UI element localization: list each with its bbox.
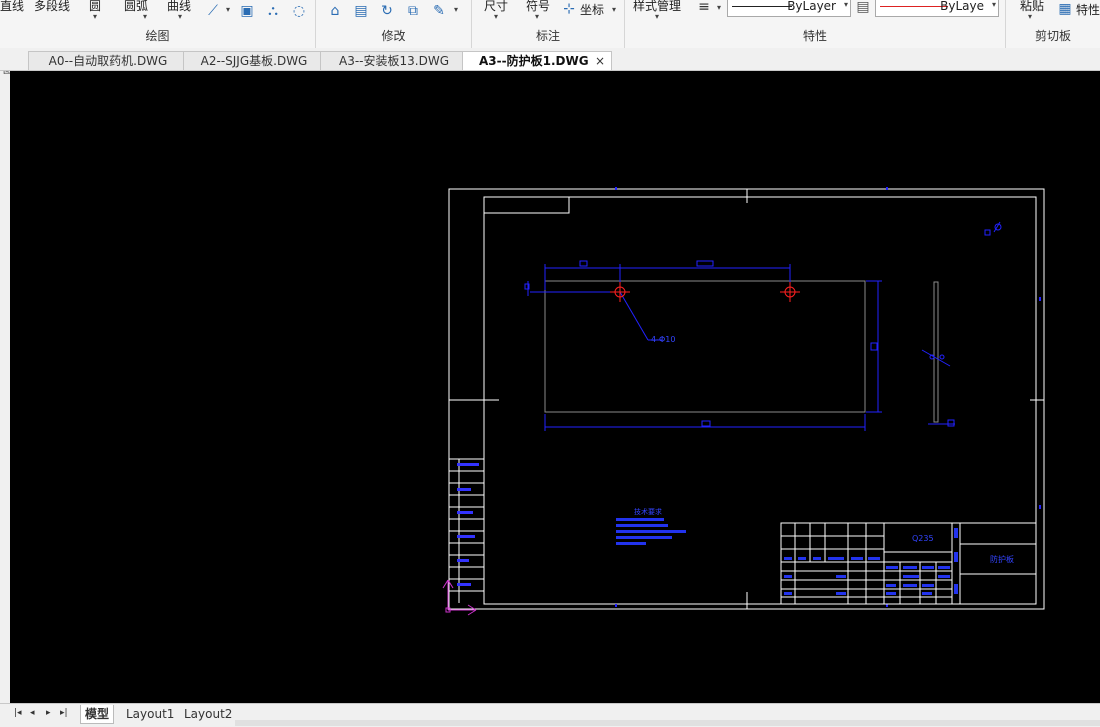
circle-dropdown-icon[interactable]: ▾ xyxy=(93,12,97,21)
mounting-hole-left xyxy=(610,282,630,302)
annotate-group: 尺寸 符号 ▾ ▾ ⊹ 坐标 ▾ 标注 xyxy=(472,0,625,48)
drawing-svg[interactable]: 4-Φ10 技术要求 Q235 防护板 xyxy=(10,71,1100,703)
part-name-text: 防护板 xyxy=(990,554,1014,564)
lineweight-dropdown-icon[interactable]: ▾ xyxy=(717,3,721,12)
color-combo[interactable]: ByLaye ▾ xyxy=(875,0,999,17)
dimension-labels xyxy=(524,260,878,427)
hatch-icon[interactable]: ⛬ xyxy=(264,2,282,20)
edit-icon[interactable]: ✎ xyxy=(430,2,448,20)
next-tab-icon[interactable]: ▸ xyxy=(46,708,51,718)
technical-notes xyxy=(616,518,686,545)
tab-label: A3--安装板13.DWG xyxy=(339,54,449,68)
construction-line-icon[interactable]: ⟋ xyxy=(204,2,222,20)
properties-group-title: 特性 xyxy=(802,29,827,43)
lineweight-icon[interactable]: ≡ xyxy=(695,0,713,16)
drawing-canvas[interactable]: 4-Φ10 技术要求 Q235 防护板 xyxy=(10,71,1100,703)
roughness-symbol xyxy=(984,221,1002,236)
tab-label: A3--防护板1.DWG xyxy=(479,54,589,68)
tab-layout1[interactable]: Layout1 xyxy=(122,705,178,723)
draw-group: 直线 多段线 圆 圆弧 曲线 ▾ ▾ ▾ ⟋ ▾ ▣ ⛬ ◌ 绘图 xyxy=(0,0,316,48)
clipboard-group: 粘贴 ▾ ▦ 特性 剪切板 xyxy=(1006,0,1100,48)
plate-outline xyxy=(544,280,866,413)
tab-a0[interactable]: A0--自动取药机.DWG xyxy=(28,51,188,70)
draw-group-title: 绘图 xyxy=(145,29,170,43)
side-table xyxy=(449,458,484,603)
modify-group-title: 修改 xyxy=(381,29,406,43)
line-tool[interactable]: 直线 xyxy=(0,0,24,14)
prev-tab-icon[interactable]: ◂ xyxy=(30,708,35,718)
lineweight-list-icon[interactable]: ▤ xyxy=(854,0,872,16)
modify-group: ⌂ ▤ ↻ ⧉ ✎ ▾ 修改 xyxy=(316,0,472,48)
arc-dropdown-icon[interactable]: ▾ xyxy=(143,12,147,21)
coordinate-dropdown-icon[interactable]: ▾ xyxy=(612,5,616,14)
chevron-down-icon: ▾ xyxy=(991,0,996,9)
region-icon[interactable]: ◌ xyxy=(290,2,308,20)
tab-layout2[interactable]: Layout2 xyxy=(180,705,236,723)
copy-icon[interactable]: ▤ xyxy=(352,2,370,20)
modify-dropdown-icon[interactable]: ▾ xyxy=(454,5,458,14)
close-icon[interactable]: × xyxy=(595,52,605,70)
rotate-icon[interactable]: ↻ xyxy=(378,2,396,20)
linetype-value: ByLayer xyxy=(787,0,836,13)
material-text: Q235 xyxy=(912,534,934,543)
properties-group: 样式管理 ▾ ≡ ▾ ByLayer ▾ ▤ ByLaye ▾ 特性 xyxy=(625,0,1006,48)
tab-model[interactable]: 模型 xyxy=(80,705,115,724)
sheet-outer-border xyxy=(448,188,1045,610)
chevron-down-icon: ▾ xyxy=(843,0,848,9)
code-box xyxy=(483,196,570,214)
symbol-dropdown-icon[interactable]: ▾ xyxy=(535,12,539,21)
tab-label: A2--SJJG基板.DWG xyxy=(200,54,308,68)
properties-icon[interactable]: ▦ xyxy=(1056,0,1074,18)
sheet-inner-frame xyxy=(483,196,1037,605)
tab-a3-fanghuban[interactable]: A3--防护板1.DWG × xyxy=(462,51,612,70)
horizontal-scrollbar[interactable] xyxy=(235,720,1100,726)
curve-dropdown-icon[interactable]: ▾ xyxy=(178,12,182,21)
tab-a2[interactable]: A2--SJJG基板.DWG xyxy=(183,51,325,70)
color-value: ByLaye xyxy=(940,0,984,13)
coordinate-tool[interactable]: 坐标 xyxy=(580,1,604,18)
polyline-tool[interactable]: 多段线 xyxy=(34,0,70,14)
tab-a3-anzhuangban[interactable]: A3--安装板13.DWG xyxy=(320,51,468,70)
layout-tabbar: |◂ ◂ ▸ ▸| 模型 Layout1 Layout2 xyxy=(0,703,1100,727)
linetype-combo[interactable]: ByLayer ▾ xyxy=(727,0,851,17)
dimension-lines xyxy=(527,264,882,431)
mounting-hole-right xyxy=(780,282,800,302)
rectangle-icon[interactable]: ▣ xyxy=(238,2,256,20)
annotate-group-title: 标注 xyxy=(535,29,560,43)
linetype-preview xyxy=(732,6,792,7)
coordinate-icon[interactable]: ⊹ xyxy=(560,0,578,18)
last-tab-icon[interactable]: ▸| xyxy=(60,708,68,718)
first-tab-icon[interactable]: |◂ xyxy=(14,708,22,718)
line-dropdown-icon[interactable]: ▾ xyxy=(226,5,230,14)
notes-title: 技术要求 xyxy=(634,507,662,516)
properties-button[interactable]: 特性 xyxy=(1076,1,1100,18)
side-table-text xyxy=(457,463,479,586)
mirror-icon[interactable]: ⧉ xyxy=(404,2,422,20)
move-icon[interactable]: ⌂ xyxy=(326,2,344,20)
color-preview xyxy=(880,6,948,7)
style-manager-dropdown-icon[interactable]: ▾ xyxy=(655,12,659,21)
ribbon: 直线 多段线 圆 圆弧 曲线 ▾ ▾ ▾ ⟋ ▾ ▣ ⛬ ◌ 绘图 ⌂ ▤ ↻ … xyxy=(0,0,1100,49)
side-view-plate xyxy=(933,281,939,423)
tab-label: A0--自动取药机.DWG xyxy=(48,54,168,68)
clipboard-group-title: 剪切板 xyxy=(1034,29,1071,43)
hole-dimension-text: 4-Φ10 xyxy=(651,335,675,344)
dimension-dropdown-icon[interactable]: ▾ xyxy=(494,12,498,21)
paste-dropdown-icon[interactable]: ▾ xyxy=(1028,12,1032,21)
document-tabbar: A0--自动取药机.DWG A2--SJJG基板.DWG A3--安装板13.D… xyxy=(0,48,1100,71)
